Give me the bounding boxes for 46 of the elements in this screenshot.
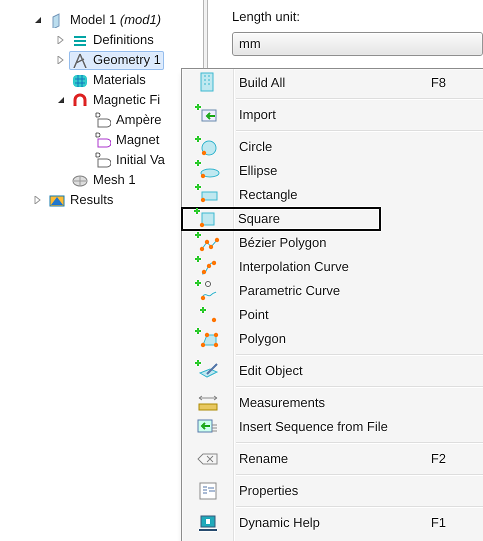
menu-item[interactable]: Insert Sequence from File — [182, 415, 472, 439]
menu-item[interactable]: Measurements — [182, 391, 472, 415]
menu-item[interactable]: Build All F8 — [182, 71, 472, 95]
menu-item[interactable]: Rectangle — [182, 183, 472, 207]
collapse-arrow-icon[interactable] — [34, 16, 42, 24]
expand-arrow-icon[interactable] — [57, 56, 65, 64]
menu-item[interactable]: Edit Object — [182, 359, 472, 383]
menu-item[interactable]: Parametric Curve — [182, 279, 472, 303]
compass-icon — [72, 52, 88, 68]
node-icon — [95, 132, 111, 148]
collapse-arrow-icon[interactable] — [57, 96, 65, 104]
menu-item[interactable]: Interpolation Curve — [182, 255, 472, 279]
tree-item[interactable]: Materials — [69, 70, 149, 90]
shortcut-label: F8 — [430, 74, 446, 92]
unit-dropdown[interactable]: mm — [232, 32, 483, 56]
tree-item[interactable]: Magnetic Fi — [69, 90, 164, 110]
expand-arrow-icon[interactable] — [34, 196, 42, 204]
tree-item[interactable]: Geometry 1 — [69, 50, 164, 70]
tree-item[interactable]: Model 1 (mod1) — [46, 10, 164, 30]
node-icon — [95, 152, 111, 168]
materials-icon — [72, 72, 88, 88]
tree-item[interactable]: Definitions — [69, 30, 157, 50]
polyline-icon — [195, 232, 221, 254]
menu-item[interactable]: Properties — [182, 479, 472, 503]
polygon-icon — [195, 328, 221, 350]
shortcut-label: F2 — [430, 450, 446, 468]
expand-arrow-icon[interactable] — [57, 36, 65, 44]
tree-item[interactable]: Mesh 1 — [69, 170, 139, 190]
shortcut-label: F1 — [430, 514, 446, 532]
menu-item[interactable]: Polygon — [182, 327, 472, 351]
menu-item[interactable]: Rename F2 — [182, 447, 472, 471]
menu-item[interactable]: Point — [182, 303, 472, 327]
menu-item[interactable]: Import — [182, 103, 472, 127]
tree-item[interactable]: Magnet — [92, 130, 162, 150]
node-icon — [95, 112, 111, 128]
menu-item[interactable]: Dynamic Help F1 — [182, 511, 472, 535]
menu-item[interactable]: Square — [181, 207, 381, 231]
tree-item[interactable]: Initial Va — [92, 150, 168, 170]
menu-item[interactable]: Bézier Polygon — [182, 231, 472, 255]
tree-item[interactable]: Results — [46, 190, 116, 210]
field-label: Length unit: — [232, 9, 301, 25]
menu-item[interactable]: Ellipse — [182, 159, 472, 183]
point-icon — [200, 307, 216, 323]
tree-item[interactable]: Ampère — [92, 110, 165, 130]
magnet-icon — [72, 92, 88, 108]
menu-item[interactable]: Circle — [182, 135, 472, 159]
